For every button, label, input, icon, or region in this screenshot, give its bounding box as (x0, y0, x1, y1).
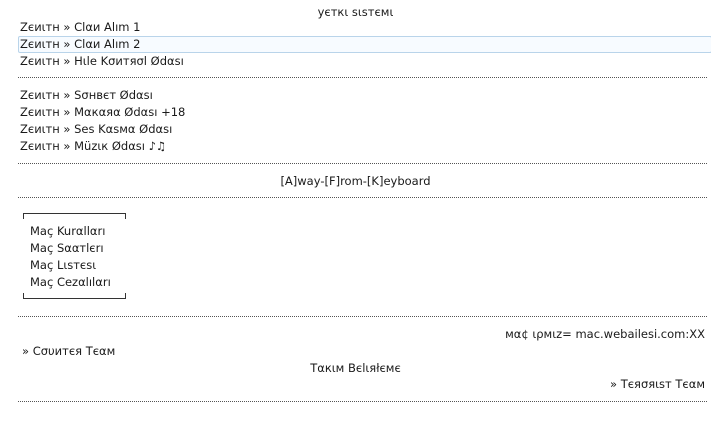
channel-hile-kontrol[interactable]: Ζєиιтн » Hιle Kσитяσl Ødαsı (20, 53, 708, 69)
separator (18, 401, 707, 402)
bracket-top (23, 213, 126, 219)
channel-takim-belirleme[interactable]: Tαкιм Bєlιяłємє (0, 360, 711, 376)
separator (18, 316, 707, 317)
channel-muzik[interactable]: Ζєиιтн » Müzιк Ødαsı ♪♫ (20, 138, 708, 154)
channel-mac-listesi[interactable]: Maç Lιsтєsι (30, 257, 96, 273)
separator (18, 77, 707, 78)
channel-mac-cezalilari[interactable]: Maç Cezαlılαrı (30, 274, 111, 290)
channel-label: Ζєиιтн » Clαи Alım 2 (20, 37, 141, 51)
channel-mac-saatleri[interactable]: Maç Sααтlєrı (30, 240, 104, 256)
channel-counter-team[interactable]: » Cσυитєя Tєαм (22, 343, 115, 359)
channel-clan-alim-2[interactable]: Ζєиιтн » Clαи Alım 2 (18, 36, 711, 53)
server-title: уєткι sιsтємι (317, 5, 394, 19)
channel-sohbet[interactable]: Ζєиιтн » Sσнвєт Ødαsı (20, 87, 708, 103)
channel-afk[interactable]: [A]way-[F]rom-[K]eyboard (0, 173, 711, 189)
channel-mac-ip[interactable]: мα¢ ιρмιz= mac.webailesi.com:XX (505, 326, 705, 342)
channel-clan-alim-1[interactable]: Ζєиιтн » Clαи Alım 1 (20, 19, 708, 35)
bracket-bottom (23, 293, 126, 299)
channel-mac-kurallari[interactable]: Maç Kurαllαrı (30, 223, 105, 239)
separator (18, 163, 707, 164)
channel-ses-kasma[interactable]: Ζєиιтн » Ses Kαsмα Ødαsı (20, 121, 708, 137)
channel-terorist-team[interactable]: » Tєяσяιsт Tєαм (610, 376, 705, 392)
channel-makara[interactable]: Ζєиιтн » Mαкαяα Ødαsı +18 (20, 104, 708, 120)
separator (18, 197, 707, 198)
